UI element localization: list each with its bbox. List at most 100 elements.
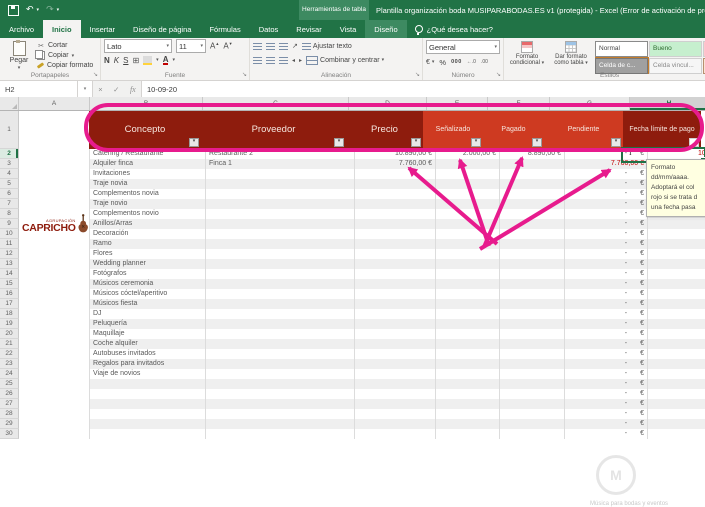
row-header-28[interactable]: 28 (0, 409, 19, 419)
cell-A4[interactable] (19, 169, 89, 179)
column-header-A[interactable]: A (19, 97, 90, 110)
cell-B2[interactable]: Catering / Restaurante (89, 149, 206, 159)
row-header-14[interactable]: 14 (0, 269, 19, 279)
undo-icon[interactable]: ↶ (26, 5, 34, 15)
cell-D16[interactable] (355, 289, 436, 299)
cell-A19[interactable] (19, 319, 89, 329)
decrease-decimal-button[interactable]: .00 (481, 59, 488, 65)
cell-F9[interactable] (500, 219, 565, 229)
header-cell-precio[interactable]: Precio ▾ (346, 111, 423, 149)
cell-F23[interactable] (500, 359, 565, 369)
tab-diseno-de-pagina[interactable]: Diseño de página (124, 20, 200, 38)
row-header-2[interactable]: 2 (0, 149, 19, 159)
accounting-format-button[interactable]: € ▾ (426, 59, 434, 66)
cell-A17[interactable] (19, 299, 89, 309)
row-header-21[interactable]: 21 (0, 339, 19, 349)
cell-G9[interactable]: - € (565, 219, 648, 229)
cell-D12[interactable] (355, 249, 436, 259)
save-icon[interactable] (8, 4, 19, 16)
header-cell-concepto[interactable]: Concepto ▾ (89, 111, 201, 149)
cell-C4[interactable] (206, 169, 355, 179)
cell-A15[interactable] (19, 279, 89, 289)
cell-C20[interactable] (206, 329, 355, 339)
cell-A16[interactable] (19, 289, 89, 299)
cell-G7[interactable]: - € (565, 199, 648, 209)
row-header-3[interactable]: 3 (0, 159, 19, 169)
cell-G10[interactable]: - € (565, 229, 648, 239)
cell-C26[interactable] (206, 389, 355, 399)
row-header-22[interactable]: 22 (0, 349, 19, 359)
cell-F27[interactable] (500, 399, 565, 409)
cell-C18[interactable] (206, 309, 355, 319)
cell-F25[interactable] (500, 379, 565, 389)
cell-D24[interactable] (355, 369, 436, 379)
cell-G12[interactable]: - € (565, 249, 648, 259)
cell-A18[interactable] (19, 309, 89, 319)
cell-C28[interactable] (206, 409, 355, 419)
cell-F17[interactable] (500, 299, 565, 309)
italic-button[interactable]: K (114, 56, 119, 65)
cell-C2[interactable]: Restaurante 2 (206, 149, 355, 159)
cell-E6[interactable] (436, 189, 500, 199)
cell-F12[interactable] (500, 249, 565, 259)
cell-E24[interactable] (436, 369, 500, 379)
format-painter-button[interactable]: Copiar formato (36, 61, 93, 70)
increase-decimal-button[interactable]: ←.0 (467, 59, 476, 65)
font-color-button[interactable]: A ▾ (162, 55, 175, 65)
cell-G20[interactable]: - € (565, 329, 648, 339)
cell-E9[interactable] (436, 219, 500, 229)
cell-D26[interactable] (355, 389, 436, 399)
cell-F6[interactable] (500, 189, 565, 199)
cell-D28[interactable] (355, 409, 436, 419)
cell-G28[interactable]: - € (565, 409, 648, 419)
row-header-6[interactable]: 6 (0, 189, 19, 199)
row-header-29[interactable]: 29 (0, 419, 19, 429)
cell-A27[interactable] (19, 399, 89, 409)
cell-F16[interactable] (500, 289, 565, 299)
cell-B8[interactable]: Complementos novio (89, 209, 206, 219)
qat-customize-icon[interactable]: ▾ (57, 7, 60, 13)
filter-button-H[interactable]: ▾ (689, 138, 699, 147)
cancel-icon[interactable]: × (98, 85, 102, 94)
cell-E14[interactable] (436, 269, 500, 279)
cell-F3[interactable] (500, 159, 565, 169)
header-cell-pendiente[interactable]: Pendiente ▾ (544, 111, 623, 149)
cell-E10[interactable] (436, 229, 500, 239)
cell-B14[interactable]: Fotógrafos (89, 269, 206, 279)
conditional-formatting-button[interactable]: Formato condicional ▾ (507, 40, 547, 67)
cell-A6[interactable] (19, 189, 89, 199)
grow-font-button[interactable]: A▲ (210, 41, 219, 51)
increase-indent-button[interactable]: ▸ (299, 57, 302, 64)
cell-G25[interactable]: - € (565, 379, 648, 389)
cell-C15[interactable] (206, 279, 355, 289)
cell-E30[interactable] (436, 429, 500, 439)
cell-C23[interactable] (206, 359, 355, 369)
cell-D4[interactable] (355, 169, 436, 179)
row-header-4[interactable]: 4 (0, 169, 19, 179)
select-all-button[interactable] (0, 97, 19, 110)
cell-B26[interactable] (89, 389, 206, 399)
cell-D13[interactable] (355, 259, 436, 269)
cell-F7[interactable] (500, 199, 565, 209)
cell-D21[interactable] (355, 339, 436, 349)
header-cell-proveedor[interactable]: Proveedor ▾ (201, 111, 346, 149)
enter-icon[interactable]: ✓ (113, 85, 119, 94)
row-header-7[interactable]: 7 (0, 199, 19, 209)
cell-G23[interactable]: - € (565, 359, 648, 369)
cell-D30[interactable] (355, 429, 436, 439)
cell-A20[interactable] (19, 329, 89, 339)
cell-C10[interactable] (206, 229, 355, 239)
tell-me-box[interactable]: ¿Qué desea hacer? (407, 20, 501, 38)
cell-D17[interactable] (355, 299, 436, 309)
cell-H30[interactable] (648, 429, 705, 439)
row-header-13[interactable]: 13 (0, 259, 19, 269)
cell-B29[interactable] (89, 419, 206, 429)
row-header-5[interactable]: 5 (0, 179, 19, 189)
cell-B7[interactable]: Traje novio (89, 199, 206, 209)
cell-H21[interactable] (648, 339, 705, 349)
cell-C6[interactable] (206, 189, 355, 199)
cell-A26[interactable] (19, 389, 89, 399)
font-dialog-launcher-icon[interactable]: ↘ (242, 71, 247, 78)
cell-C14[interactable] (206, 269, 355, 279)
cell-B24[interactable]: Viaje de novios (89, 369, 206, 379)
